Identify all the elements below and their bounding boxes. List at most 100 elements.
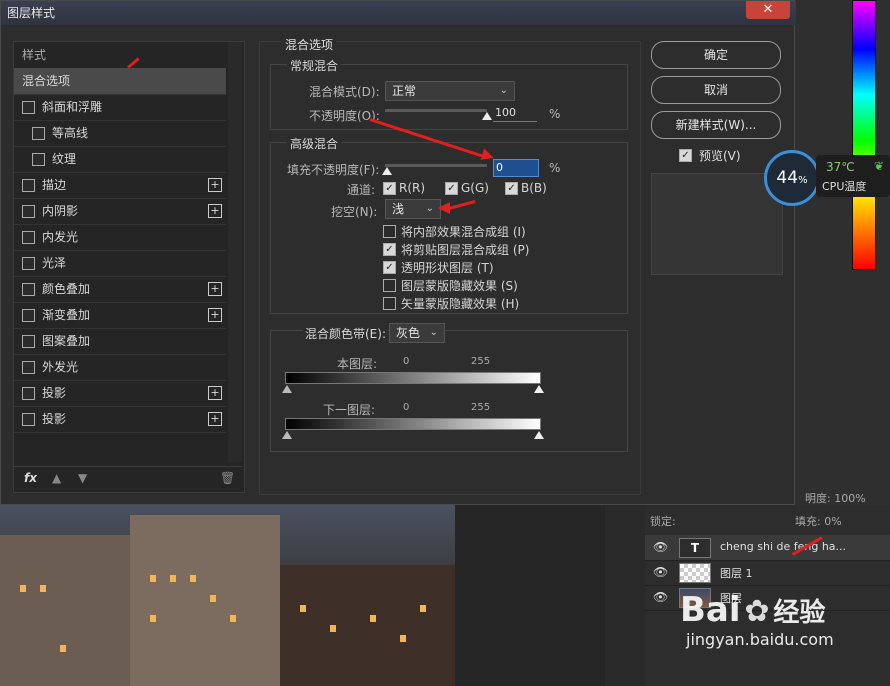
layer-row-1[interactable]: 👁 图层 1 bbox=[645, 560, 890, 586]
dialog-titlebar[interactable]: 图层样式 ✕ bbox=[1, 1, 796, 25]
advanced-title: 高级混合 bbox=[287, 135, 342, 152]
style-item-drop-shadow-2[interactable]: 投影 + bbox=[14, 406, 226, 433]
opacity-slider[interactable] bbox=[385, 109, 487, 112]
channel-r-label: R(R) bbox=[399, 181, 426, 195]
tick-max: 255 bbox=[471, 402, 491, 413]
fill-opacity-slider-thumb[interactable] bbox=[382, 167, 392, 175]
option-label: 矢量蒙版隐藏效果 (H) bbox=[401, 297, 520, 311]
blending-options-panel: 混合选项 常规混合 混合模式(D): 正常 ⌄ 不透明度(O): 100 % 高级… bbox=[259, 36, 641, 495]
list-scrollbar[interactable] bbox=[228, 42, 242, 462]
tick-min: 0 bbox=[403, 402, 410, 413]
close-icon[interactable]: ✕ bbox=[746, 1, 790, 19]
checkbox[interactable] bbox=[22, 179, 35, 192]
blend-mode-label: 混合模式(D): bbox=[309, 85, 380, 99]
list-footer: fx ▲ ▼ 🗑 bbox=[14, 466, 242, 493]
option-checkbox[interactable] bbox=[383, 225, 396, 238]
this-layer-black-thumb[interactable] bbox=[282, 385, 292, 393]
style-item-stroke[interactable]: 描边 + bbox=[14, 172, 226, 199]
option-label: 透明形状图层 (T) bbox=[401, 261, 494, 275]
blend-if-label: 混合颜色带(E): bbox=[303, 325, 388, 342]
checkbox[interactable] bbox=[32, 153, 45, 166]
channel-b-checkbox[interactable]: ✓ bbox=[505, 182, 518, 195]
fill-opacity-input[interactable]: 0 bbox=[493, 159, 539, 177]
style-item-outer-glow[interactable]: 外发光 bbox=[14, 354, 226, 381]
cancel-button[interactable]: 取消 bbox=[651, 76, 781, 104]
channel-r-checkbox[interactable]: ✓ bbox=[383, 182, 396, 195]
channel-g-label: G(G) bbox=[461, 181, 489, 195]
add-icon[interactable]: + bbox=[208, 204, 222, 218]
eye-icon[interactable]: 👁 bbox=[653, 540, 668, 554]
under-layer-gradient[interactable] bbox=[285, 418, 541, 430]
this-layer-gradient[interactable] bbox=[285, 372, 541, 384]
style-item-bevel-emboss[interactable]: 斜面和浮雕 bbox=[14, 94, 226, 121]
layer-opacity-text[interactable]: 明度: 100% bbox=[805, 490, 866, 506]
cpu-temp-info: 37℃ ❦ CPU温度 bbox=[816, 155, 890, 197]
style-item-blending-options[interactable]: 混合选项 bbox=[14, 68, 226, 95]
checkbox[interactable] bbox=[22, 205, 35, 218]
trash-icon[interactable]: 🗑 bbox=[220, 471, 235, 485]
add-icon[interactable]: + bbox=[208, 308, 222, 322]
cpu-usage-gauge[interactable]: 44% bbox=[764, 150, 820, 206]
checkbox[interactable] bbox=[22, 231, 35, 244]
ok-button[interactable]: 确定 bbox=[651, 41, 781, 69]
style-item-gradient-overlay[interactable]: 渐变叠加 + bbox=[14, 302, 226, 329]
under-layer-white-thumb[interactable] bbox=[534, 431, 544, 439]
advanced-blending-group: 高级混合 填充不透明度(F): 0 % 通道: ✓ R(R) ✓ G(G) ✓ … bbox=[270, 135, 628, 314]
option-checkbox[interactable]: ✓ bbox=[383, 261, 396, 274]
layer-name[interactable]: cheng shi de feng ha... bbox=[720, 540, 846, 553]
chevron-down-icon: ⌄ bbox=[425, 203, 434, 214]
layer-row-text[interactable]: 👁 T cheng shi de feng ha... bbox=[645, 535, 890, 561]
add-icon[interactable]: + bbox=[208, 178, 222, 192]
checkbox[interactable] bbox=[22, 283, 35, 296]
checkbox[interactable] bbox=[22, 335, 35, 348]
style-item-drop-shadow[interactable]: 投影 + bbox=[14, 380, 226, 407]
style-item-pattern-overlay[interactable]: 图案叠加 bbox=[14, 328, 226, 355]
channel-g-checkbox[interactable]: ✓ bbox=[445, 182, 458, 195]
fx-button[interactable]: fx bbox=[24, 471, 37, 485]
opacity-label: 不透明度(O): bbox=[309, 109, 380, 123]
move-down-icon[interactable]: ▼ bbox=[78, 471, 87, 485]
style-item-contour[interactable]: 等高线 bbox=[14, 120, 226, 147]
move-up-icon[interactable]: ▲ bbox=[52, 471, 61, 485]
blend-if-dropdown[interactable]: 灰色 ⌄ bbox=[389, 323, 445, 343]
eye-icon[interactable]: 👁 bbox=[653, 590, 668, 604]
checkbox[interactable] bbox=[32, 127, 45, 140]
style-item-satin[interactable]: 光泽 bbox=[14, 250, 226, 277]
blend-mode-dropdown[interactable]: 正常 ⌄ bbox=[385, 81, 515, 101]
add-icon[interactable]: + bbox=[208, 412, 222, 426]
under-layer-black-thumb[interactable] bbox=[282, 431, 292, 439]
checkbox[interactable] bbox=[22, 387, 35, 400]
new-style-button[interactable]: 新建样式(W)... bbox=[651, 111, 781, 139]
option-checkbox[interactable] bbox=[383, 279, 396, 292]
eye-icon[interactable]: 👁 bbox=[653, 565, 668, 579]
tick-max: 255 bbox=[471, 356, 491, 367]
style-item-color-overlay[interactable]: 颜色叠加 + bbox=[14, 276, 226, 303]
opacity-input[interactable]: 100 bbox=[493, 105, 537, 122]
fill-opacity-slider[interactable] bbox=[385, 164, 487, 167]
add-icon[interactable]: + bbox=[208, 282, 222, 296]
option-checkbox[interactable]: ✓ bbox=[383, 243, 396, 256]
checkbox[interactable] bbox=[22, 257, 35, 270]
cpu-temp-label: CPU温度 bbox=[822, 180, 867, 193]
layer-name[interactable]: 图层 1 bbox=[720, 565, 753, 581]
style-item-inner-glow[interactable]: 内发光 bbox=[14, 224, 226, 251]
baidu-watermark: Bai ✿ 经验 jingyan.baidu.com bbox=[680, 590, 834, 649]
opacity-slider-thumb[interactable] bbox=[482, 112, 492, 120]
fill-text[interactable]: 填充: 0% bbox=[795, 513, 842, 529]
preview-checkbox[interactable]: ✓ bbox=[679, 149, 692, 162]
option-checkbox[interactable] bbox=[383, 297, 396, 310]
this-layer-white-thumb[interactable] bbox=[534, 385, 544, 393]
knockout-label: 挖空(N): bbox=[331, 205, 378, 219]
canvas-photo bbox=[0, 505, 455, 686]
checkbox[interactable] bbox=[22, 413, 35, 426]
chevron-down-icon: ⌄ bbox=[429, 327, 438, 338]
checkbox[interactable] bbox=[22, 101, 35, 114]
checkbox[interactable] bbox=[22, 309, 35, 322]
style-item-texture[interactable]: 纹理 bbox=[14, 146, 226, 173]
style-item-inner-shadow[interactable]: 内阴影 + bbox=[14, 198, 226, 225]
checkbox[interactable] bbox=[22, 361, 35, 374]
add-icon[interactable]: + bbox=[208, 386, 222, 400]
knockout-dropdown[interactable]: 浅 ⌄ bbox=[385, 199, 441, 219]
text-layer-icon: T bbox=[679, 538, 711, 558]
hue-slider[interactable] bbox=[852, 0, 876, 270]
